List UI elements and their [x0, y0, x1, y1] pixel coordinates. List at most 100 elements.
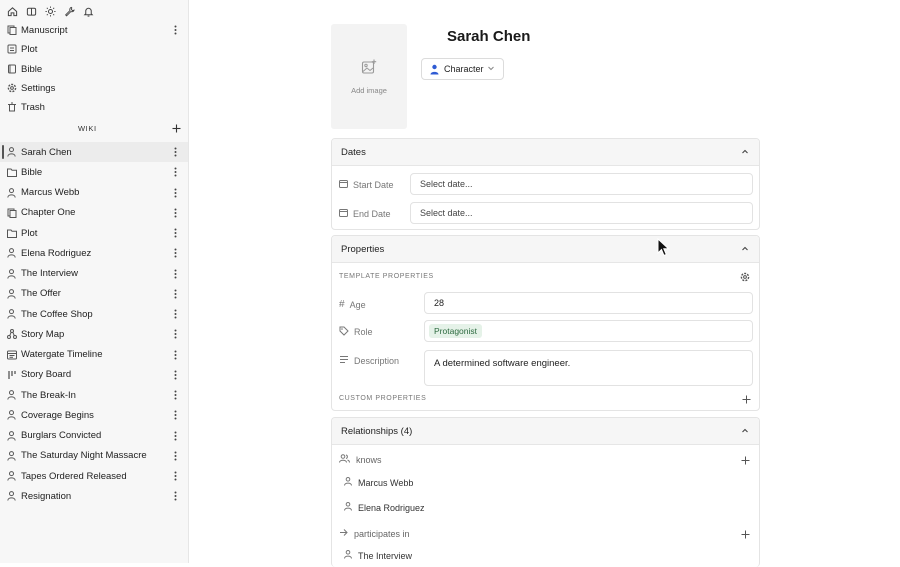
wiki-item[interactable]: The Offer	[0, 284, 188, 304]
more-options-icon[interactable]	[170, 206, 180, 220]
sun-icon[interactable]	[44, 5, 56, 17]
gear-icon[interactable]	[740, 272, 750, 282]
more-options-icon[interactable]	[170, 368, 180, 382]
more-options-icon[interactable]	[170, 469, 180, 483]
dates-panel: Dates Start Date Select date... End Date…	[331, 138, 760, 230]
relationship-item-label: The Interview	[358, 550, 413, 561]
chevron-down-icon	[487, 64, 495, 74]
person-icon	[7, 389, 17, 401]
wiki-item[interactable]: The Saturday Night Massacre	[0, 446, 188, 466]
wiki-item[interactable]: Elena Rodriguez	[0, 243, 188, 263]
age-label-text: Age	[349, 299, 366, 310]
nav-item-plot[interactable]: Plot	[0, 39, 188, 59]
more-options-icon[interactable]	[170, 348, 180, 362]
add-image-label: Add image	[351, 85, 387, 95]
entity-type-label: Character	[444, 64, 484, 74]
more-options-icon[interactable]	[170, 165, 180, 179]
end-date-input[interactable]: Select date...	[410, 202, 753, 224]
start-date-input[interactable]: Select date...	[410, 173, 753, 195]
person-icon	[7, 146, 17, 158]
person-icon	[7, 409, 17, 421]
relationship-item[interactable]: The Interview	[344, 550, 412, 561]
home-icon[interactable]	[6, 5, 18, 17]
more-options-icon[interactable]	[170, 388, 180, 402]
nav-item-settings[interactable]: Settings	[0, 78, 188, 98]
wiki-item[interactable]: Story Map	[0, 324, 188, 344]
manuscript-icon	[7, 24, 17, 36]
add-custom-property-icon[interactable]	[741, 394, 751, 404]
chevron-up-icon[interactable]	[740, 426, 750, 436]
wiki-item[interactable]: Resignation	[0, 486, 188, 506]
more-options-icon[interactable]	[170, 226, 180, 240]
wiki-item[interactable]: The Interview	[0, 264, 188, 284]
more-options-icon[interactable]	[170, 145, 180, 159]
more-options-icon[interactable]	[170, 287, 180, 301]
nav-item-label: Plot	[21, 43, 38, 55]
wiki-item-label: Chapter One	[21, 207, 76, 219]
add-relationship-icon[interactable]	[740, 529, 750, 539]
wiki-item[interactable]: The Break-In	[0, 385, 188, 405]
properties-panel-header[interactable]: Properties	[332, 236, 759, 263]
wiki-item-label: The Saturday Night Massacre	[21, 450, 147, 462]
entity-type-dropdown[interactable]: Character	[421, 58, 504, 80]
wiki-item-label: Story Board	[21, 369, 72, 381]
more-options-icon[interactable]	[170, 307, 180, 321]
relationships-panel-header[interactable]: Relationships (4)	[332, 418, 759, 445]
wiki-item[interactable]: Bible	[0, 162, 188, 182]
role-select[interactable]: Protagonist	[424, 320, 753, 342]
relationship-item[interactable]: Elena Rodriguez	[344, 502, 425, 513]
add-image-button[interactable]: Add image	[331, 24, 407, 129]
nav-item-bible[interactable]: Bible	[0, 59, 188, 79]
wiki-item[interactable]: Chapter One	[0, 203, 188, 223]
board-icon	[7, 369, 17, 381]
more-options-icon[interactable]	[170, 327, 180, 341]
chevron-up-icon[interactable]	[740, 244, 750, 254]
nav-item-manuscript[interactable]: Manuscript	[0, 20, 188, 40]
wiki-item[interactable]: Watergate Timeline	[0, 345, 188, 365]
wiki-item[interactable]: Sarah Chen	[0, 142, 188, 162]
more-options-icon[interactable]	[170, 449, 180, 463]
sidebar-toolbar	[6, 5, 94, 17]
nav-item-trash[interactable]: Trash	[0, 97, 188, 117]
wiki-item[interactable]: The Coffee Shop	[0, 304, 188, 324]
nav-item-label: Trash	[21, 101, 45, 113]
more-options-icon[interactable]	[170, 186, 180, 200]
template-properties-label: TEMPLATE PROPERTIES	[339, 273, 434, 280]
role-label: Role	[339, 326, 373, 338]
chevron-up-icon[interactable]	[740, 147, 750, 157]
add-wiki-item-icon[interactable]	[170, 122, 182, 134]
description-textarea[interactable]: A determined software engineer.	[424, 350, 753, 386]
add-relationship-icon[interactable]	[740, 455, 750, 465]
wiki-item[interactable]: Burglars Convicted	[0, 426, 188, 446]
age-input[interactable]: 28	[424, 292, 753, 314]
calendar-icon	[339, 208, 348, 219]
wiki-label: WIKI	[78, 124, 97, 133]
wiki-item[interactable]: Plot	[0, 223, 188, 243]
wiki-item[interactable]: Story Board	[0, 365, 188, 385]
wiki-item-label: Bible	[21, 166, 43, 178]
more-options-icon[interactable]	[170, 246, 180, 260]
arrow-right-icon	[339, 528, 348, 539]
bell-icon[interactable]	[82, 5, 94, 17]
dates-header-label: Dates	[341, 147, 366, 158]
role-label-text: Role	[354, 327, 373, 337]
role-tag[interactable]: Protagonist	[429, 324, 482, 338]
relationship-item[interactable]: Marcus Webb	[344, 477, 413, 488]
map-icon	[7, 328, 17, 340]
sidebar: Manuscript Plot Bible Settings Trash WIK…	[0, 0, 189, 563]
more-options-icon[interactable]	[170, 267, 180, 281]
wiki-item[interactable]: Marcus Webb	[0, 183, 188, 203]
book-open-icon[interactable]	[25, 5, 37, 17]
wrench-icon[interactable]	[63, 5, 75, 17]
end-date-label: End Date	[339, 208, 391, 219]
more-options-icon[interactable]	[170, 489, 180, 503]
more-options-icon[interactable]	[170, 23, 180, 37]
more-options-icon[interactable]	[170, 408, 180, 422]
wiki-item[interactable]: Tapes Ordered Released	[0, 466, 188, 486]
more-options-icon[interactable]	[170, 429, 180, 443]
person-icon	[7, 430, 17, 442]
folder-icon	[7, 227, 17, 239]
plot-icon	[7, 43, 17, 55]
wiki-item[interactable]: Coverage Begins	[0, 405, 188, 425]
dates-panel-header[interactable]: Dates	[332, 139, 759, 166]
